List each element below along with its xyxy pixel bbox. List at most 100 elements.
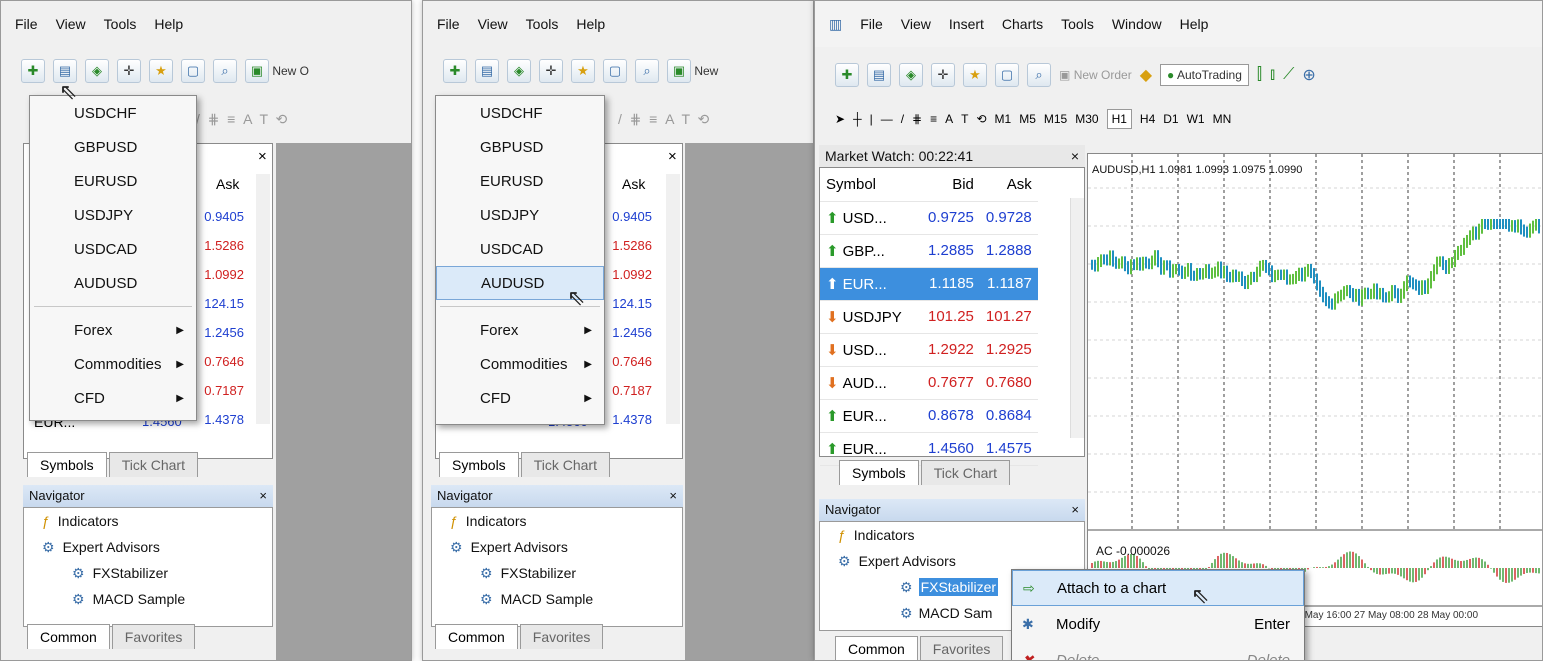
tf-h4[interactable]: H4 <box>1140 112 1155 126</box>
bar-chart-icon[interactable]: ⫿ <box>1257 66 1262 84</box>
crosshair-button[interactable]: ✛ <box>117 59 141 83</box>
menu-attach-to-chart[interactable]: ⇨ Attach to a chart <box>1012 570 1304 606</box>
tab-symbols[interactable]: Symbols <box>439 452 519 477</box>
new-chart-button[interactable]: ✚ <box>835 63 859 87</box>
tab-tick-chart[interactable]: Tick Chart <box>520 452 610 477</box>
terminal-button[interactable]: ▢ <box>603 59 627 83</box>
tf-mn[interactable]: MN <box>1213 112 1232 126</box>
tree-item-indicators[interactable]: ƒ Indicators <box>24 508 272 534</box>
tester-button[interactable]: ⌕ <box>635 59 659 83</box>
table-row[interactable]: ⬆ USD... 0.9725 0.9728 <box>820 201 1038 235</box>
menu-file[interactable]: File <box>860 16 883 32</box>
tree-item-indicators[interactable]: ƒ Indicators <box>432 508 682 534</box>
menu-charts[interactable]: Charts <box>1002 16 1043 32</box>
trendline-tool-icon[interactable]: / <box>901 112 904 126</box>
tree-item-indicators[interactable]: ƒ Indicators <box>820 522 1084 548</box>
hline-tool-icon[interactable]: — <box>881 112 893 126</box>
scrollbar[interactable] <box>666 174 680 424</box>
crosshair-button[interactable]: ✛ <box>539 59 563 83</box>
tree-item-expert-advisors[interactable]: ⚙ Expert Advisors <box>432 534 682 560</box>
candlestick-icon[interactable]: ⫾ <box>1270 66 1275 84</box>
table-row[interactable]: ⬆ GBP... 1.2885 1.2888 <box>820 234 1038 268</box>
navigator-button[interactable]: ★ <box>571 59 595 83</box>
tab-common[interactable]: Common <box>435 624 518 649</box>
autotrading-button[interactable]: ● AutoTrading <box>1160 64 1249 86</box>
tf-m30[interactable]: M30 <box>1075 112 1098 126</box>
menu-tools[interactable]: Tools <box>104 16 137 32</box>
new-order-button[interactable]: ▣ New Order <box>1059 68 1132 82</box>
profiles-button[interactable]: ▤ <box>867 63 891 87</box>
text-tool-icon[interactable]: A <box>945 112 953 126</box>
tab-tick-chart[interactable]: Tick Chart <box>920 460 1010 485</box>
tree-item-macd-sample[interactable]: ⚙ MACD Sample <box>24 586 272 612</box>
col-symbol[interactable]: Symbol <box>820 168 922 202</box>
menu-file[interactable]: File <box>437 16 460 32</box>
tf-h1[interactable]: H1 <box>1106 109 1132 129</box>
vline-tool-icon[interactable]: | <box>870 112 873 126</box>
cursor-tool-icon[interactable]: ➤ <box>835 112 845 126</box>
dropdown-item[interactable]: USDCAD <box>436 232 604 266</box>
arrows-tool-icon[interactable]: ⟲ <box>976 112 986 126</box>
menu-view[interactable]: View <box>478 16 508 32</box>
menu-insert[interactable]: Insert <box>949 16 984 32</box>
table-row[interactable]: ⬇ USD... 1.2922 1.2925 <box>820 333 1038 367</box>
tab-symbols[interactable]: Symbols <box>839 460 919 485</box>
price-chart[interactable]: AUDUSD,H1 1.0981 1.0993 1.0975 1.0990 AC… <box>1087 153 1542 627</box>
new-chart-button[interactable]: ✚ <box>443 59 467 83</box>
dropdown-item[interactable]: GBPUSD <box>30 130 196 164</box>
fibo-tool-icon[interactable]: ≡ <box>930 112 937 126</box>
tab-favorites[interactable]: Favorites <box>111 624 196 649</box>
menu-delete[interactable]: ✖ Delete Delete <box>1012 642 1304 661</box>
tf-m5[interactable]: M5 <box>1019 112 1036 126</box>
table-row[interactable]: ⬇ USDJPY 101.25 101.27 <box>820 300 1038 334</box>
label-tool-icon[interactable]: T <box>961 112 968 126</box>
tree-item-macd-sample[interactable]: ⚙ MACD Sample <box>432 586 682 612</box>
tf-w1[interactable]: W1 <box>1187 112 1205 126</box>
menu-help[interactable]: Help <box>576 16 605 32</box>
tree-item-expert-advisors[interactable]: ⚙ Expert Advisors <box>24 534 272 560</box>
col-bid[interactable]: Bid <box>922 168 980 202</box>
menu-tools[interactable]: Tools <box>1061 16 1094 32</box>
tab-favorites[interactable]: Favorites <box>919 636 1004 660</box>
close-icon[interactable]: × <box>258 148 267 165</box>
menu-help[interactable]: Help <box>154 16 183 32</box>
dropdown-item[interactable]: USDCHF <box>436 96 604 130</box>
dropdown-item[interactable]: EURUSD <box>30 164 196 198</box>
menu-modify[interactable]: ✱ Modify Enter <box>1012 606 1304 642</box>
dropdown-item[interactable]: EURUSD <box>436 164 604 198</box>
profiles-button[interactable]: ▤ <box>475 59 499 83</box>
market-watch-button[interactable]: ◈ <box>899 63 923 87</box>
menu-help[interactable]: Help <box>1180 16 1209 32</box>
table-row[interactable]: ⬆ EUR... 1.1185 1.1187 <box>820 267 1038 301</box>
crosshair-tool-icon[interactable]: ┼ <box>853 112 862 126</box>
tab-common[interactable]: Common <box>27 624 110 649</box>
submenu-forex[interactable]: Forex ▶ <box>30 313 196 347</box>
tab-common[interactable]: Common <box>835 636 918 660</box>
menu-tools[interactable]: Tools <box>526 16 559 32</box>
menu-view[interactable]: View <box>901 16 931 32</box>
submenu-commodities[interactable]: Commodities ▶ <box>30 347 196 381</box>
menu-file[interactable]: File <box>15 16 38 32</box>
tab-tick-chart[interactable]: Tick Chart <box>108 452 198 477</box>
channel-tool-icon[interactable]: ⋕ <box>912 112 922 126</box>
table-row[interactable]: ⬇ AUD... 0.7677 0.7680 <box>820 366 1038 400</box>
tester-button[interactable]: ⌕ <box>1027 63 1051 87</box>
submenu-cfd[interactable]: CFD ▶ <box>30 381 196 415</box>
tree-item-fxstabilizer[interactable]: ⚙ FXStabilizer <box>24 560 272 586</box>
crosshair-button[interactable]: ✛ <box>931 63 955 87</box>
dropdown-item[interactable]: USDCHF <box>30 96 196 130</box>
navigator-button[interactable]: ★ <box>149 59 173 83</box>
close-icon[interactable]: × <box>259 488 267 503</box>
close-icon[interactable]: × <box>669 488 677 503</box>
line-chart-icon[interactable]: ⟋ <box>1283 66 1294 84</box>
menu-view[interactable]: View <box>56 16 86 32</box>
close-icon[interactable]: × <box>668 148 677 165</box>
new-order-button[interactable]: ▣ New <box>667 59 718 83</box>
dropdown-item[interactable]: AUDUSD <box>30 266 196 300</box>
tab-favorites[interactable]: Favorites <box>519 624 604 649</box>
metaeditor-icon[interactable]: ◆ <box>1140 65 1152 85</box>
scrollbar[interactable] <box>256 174 270 424</box>
table-row[interactable]: ⬆ EUR... 0.8678 0.8684 <box>820 399 1038 433</box>
close-icon[interactable]: × <box>1071 148 1079 164</box>
navigator-button[interactable]: ★ <box>963 63 987 87</box>
